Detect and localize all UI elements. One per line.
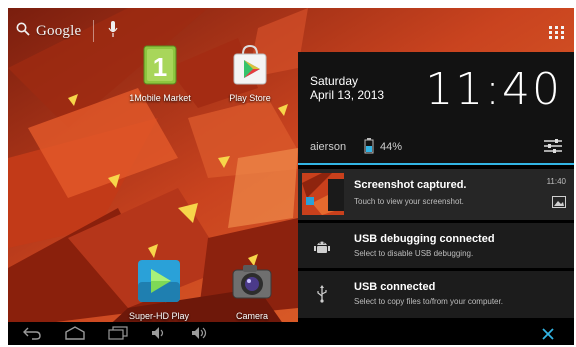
date-full[interactable]: April 13, 2013 (310, 88, 384, 102)
status-row: aierson 44% (298, 127, 574, 165)
home-icon[interactable] (64, 326, 86, 345)
volume-up-icon[interactable] (191, 326, 211, 345)
close-panel-icon[interactable] (542, 327, 554, 345)
apps-grid-icon[interactable] (549, 26, 565, 40)
quick-settings-icon[interactable] (544, 139, 562, 158)
app-1mobile-market[interactable]: 1 1Mobile Market (120, 44, 200, 103)
search-icon (16, 22, 30, 41)
app-play-store[interactable]: Play Store (210, 44, 290, 103)
notification-title: Screenshot captured. (354, 179, 467, 191)
battery-percent: 44% (380, 141, 403, 153)
carrier-label: aierson (310, 141, 347, 153)
super-hd-play-icon (136, 258, 182, 309)
notification-subtitle: Select to disable USB debugging. (354, 249, 474, 258)
notification-title: USB connected (354, 281, 436, 293)
volume-down-icon[interactable] (151, 326, 167, 345)
app-label: Camera (235, 311, 268, 321)
play-store-icon (230, 44, 270, 91)
android-screen: Google 1 1Mobile Market Play Store Super… (8, 8, 574, 345)
notification-panel: Saturday April 13, 2013 11:40 aierson 44… (298, 52, 574, 322)
camera-icon (229, 258, 275, 309)
notification-usb-debugging[interactable]: USB debugging connected Select to disabl… (298, 222, 574, 268)
android-debug-icon (314, 237, 330, 260)
search-label: Google (36, 22, 82, 39)
usb-icon (315, 285, 329, 308)
clock-time: 11:40 (425, 64, 562, 115)
mic-icon[interactable] (108, 20, 118, 43)
notification-usb-connected[interactable]: USB connected Select to copy files to/fr… (298, 270, 574, 318)
notification-screenshot[interactable]: Screenshot captured. Touch to view your … (298, 168, 574, 220)
screenshot-thumbnail (302, 173, 344, 215)
app-camera[interactable]: Camera (212, 258, 292, 321)
app-super-hd-play[interactable]: Super-HD Play (119, 258, 199, 321)
app-label: Play Store (229, 93, 271, 103)
notification-subtitle: Touch to view your screenshot. (354, 197, 464, 206)
app-label: 1Mobile Market (129, 93, 191, 103)
app-label: Super-HD Play (128, 311, 190, 321)
notification-time: 11:40 (546, 177, 566, 186)
recent-apps-icon[interactable] (108, 326, 128, 345)
notification-title: USB debugging connected (354, 233, 495, 245)
image-icon (552, 195, 566, 213)
navigation-bar (8, 322, 574, 345)
back-icon[interactable] (22, 326, 42, 345)
date-day: Saturday (310, 74, 359, 88)
battery-icon (364, 138, 374, 159)
1mobile-market-icon: 1 (142, 44, 178, 91)
notification-subtitle: Select to copy files to/from your comput… (354, 297, 503, 306)
google-search-bar[interactable]: Google (16, 18, 118, 44)
svg-text:1: 1 (153, 52, 167, 82)
divider (93, 20, 95, 42)
clock-header: Saturday April 13, 2013 11:40 (298, 52, 574, 127)
